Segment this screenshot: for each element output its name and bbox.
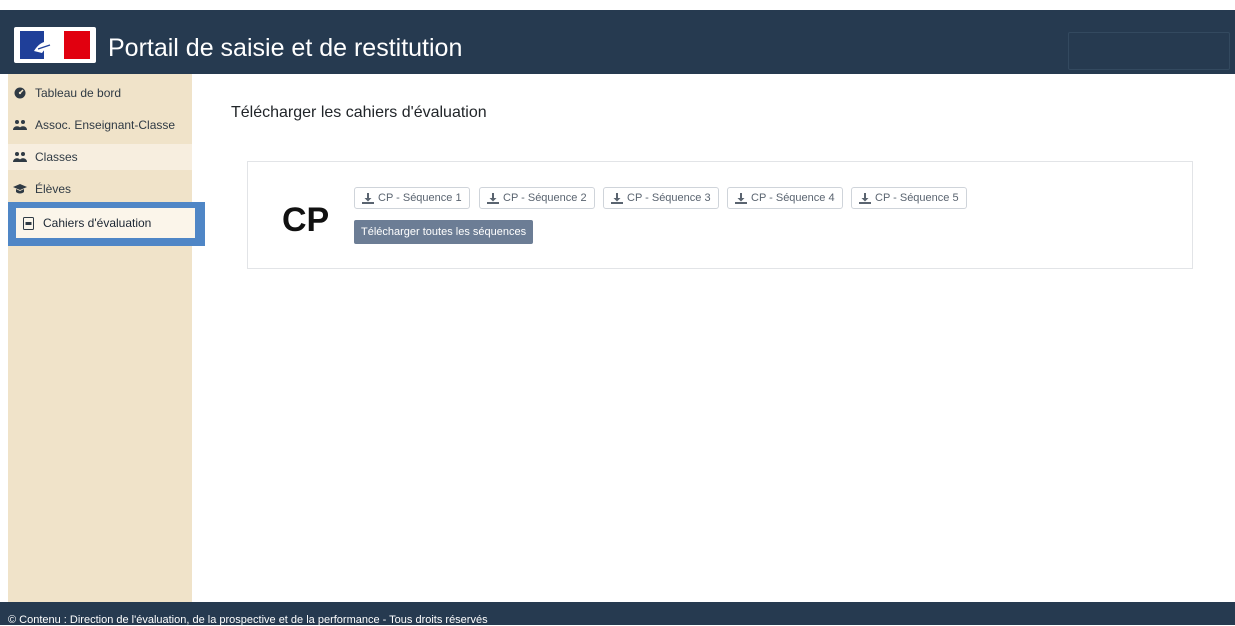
logo-red-band [64,31,90,59]
level-label: CP [282,201,330,239]
footer-copyright: © Contenu : Direction de l'évaluation, d… [8,614,488,626]
sidebar-item-tableau-de-bord[interactable]: Tableau de bord [8,80,192,106]
download-sequence-1-button[interactable]: CP - Séquence 1 [354,187,470,209]
page-title: Télécharger les cahiers d'évaluation [231,104,487,121]
download-icon [611,192,623,204]
sidebar-item-label: Cahiers d'évaluation [43,216,152,230]
sidebar-item-label: Tableau de bord [35,86,122,100]
download-icon [859,192,871,204]
download-sequence-label: CP - Séquence 3 [627,192,711,204]
sidebar-active-item[interactable]: Cahiers d'évaluation [16,208,195,238]
download-icon [487,192,499,204]
sidebar-item-classes[interactable]: Classes [8,144,192,170]
marianne-logo[interactable] [14,27,96,63]
download-sequence-label: CP - Séquence 5 [875,192,959,204]
marianne-profile-icon [34,41,58,53]
sidebar-item-assoc-enseignant-classe[interactable]: Assoc. Enseignant-Classe [8,112,192,138]
users-icon [13,150,27,164]
level-card: CP CP - Séquence 1 CP - Séquence 2 CP - … [247,161,1193,269]
download-sequence-5-button[interactable]: CP - Séquence 5 [851,187,967,209]
sidebar-item-eleves[interactable]: Élèves [8,176,192,202]
dashboard-icon [13,86,27,100]
download-sequence-4-button[interactable]: CP - Séquence 4 [727,187,843,209]
header-user-area[interactable] [1068,32,1230,70]
top-header: Portail de saisie et de restitution [0,10,1235,74]
sidebar-item-label: Élèves [35,182,72,196]
download-sequence-label: CP - Séquence 2 [503,192,587,204]
sidebar: Tableau de bord Assoc. Enseignant-Classe… [8,74,205,602]
download-sequence-label: CP - Séquence 1 [378,192,462,204]
download-sequence-label: CP - Séquence 4 [751,192,835,204]
download-icon [362,192,374,204]
download-sequence-2-button[interactable]: CP - Séquence 2 [479,187,595,209]
download-sequence-3-button[interactable]: CP - Séquence 3 [603,187,719,209]
download-all-sequences-button[interactable]: Télécharger toutes les séquences [354,220,534,244]
sidebar-item-label: Classes [35,150,78,164]
app-title: Portail de saisie et de restitution [108,34,463,62]
graduation-cap-icon [13,182,27,196]
sidebar-item-cahiers-evaluation[interactable]: Cahiers d'évaluation [8,202,205,246]
document-icon [21,216,35,230]
download-icon [735,192,747,204]
users-icon [13,118,27,132]
footer: © Contenu : Direction de l'évaluation, d… [0,602,1235,626]
sidebar-item-label: Assoc. Enseignant-Classe [35,118,176,132]
